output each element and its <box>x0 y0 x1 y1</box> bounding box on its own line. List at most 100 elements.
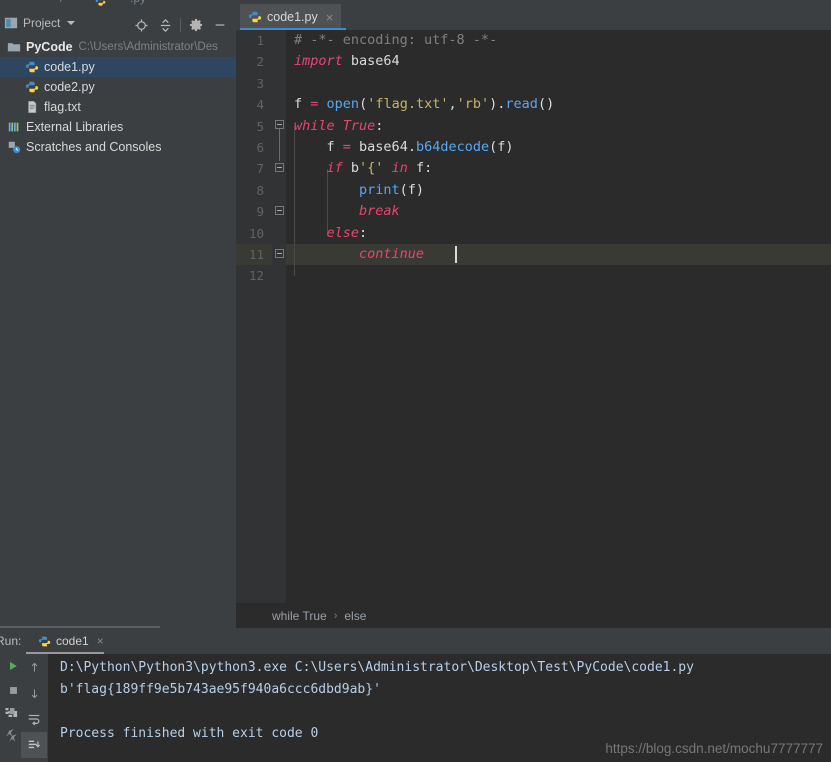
fold-region-line <box>279 129 280 161</box>
project-title-group[interactable]: Project <box>4 16 76 30</box>
tab-code1-py[interactable]: code1.py × <box>240 4 342 30</box>
code-line-10[interactable]: else: <box>286 223 831 244</box>
tree-item-label: PyCode <box>26 40 73 54</box>
code-token: f: <box>407 160 433 177</box>
chevron-down-icon[interactable] <box>67 21 76 25</box>
scroll-to-end-icon[interactable] <box>21 732 47 758</box>
line-number: 9 <box>256 204 264 220</box>
code-token: : <box>359 224 368 241</box>
tree-item-label: External Libraries <box>26 120 124 134</box>
tree-item-code1-py[interactable]: code1.py <box>0 57 236 77</box>
tree-item-label: flag.txt <box>44 100 81 114</box>
library-icon <box>6 119 22 135</box>
code-token: () <box>537 96 555 113</box>
soft-wrap-icon[interactable] <box>21 706 47 732</box>
favorites-icon[interactable] <box>0 722 20 744</box>
tree-item-external-libraries[interactable]: External Libraries <box>0 117 236 137</box>
ghost-text-left: / <box>60 0 63 5</box>
close-icon[interactable]: × <box>326 11 334 24</box>
breadcrumb[interactable]: while True › else <box>236 603 831 628</box>
tree-item-code2-py[interactable]: code2.py <box>0 77 236 97</box>
line-number: 5 <box>256 118 264 134</box>
console-line: b'flag{189ff9e5b743ae95f940a6ccc6dbd9ab}… <box>60 682 381 697</box>
python-file-icon <box>38 636 51 646</box>
code-token: read <box>505 96 538 113</box>
line-number: 11 <box>248 247 264 262</box>
editor-area: code1.py × 1 2 3 4 5 6 7 8 9 10 11 12 # … <box>236 0 831 628</box>
code-line-11[interactable]: continue <box>286 244 831 265</box>
tree-item-label: Scratches and Consoles <box>26 140 162 154</box>
tree-item-label: code2.py <box>44 80 95 94</box>
collapse-all-icon[interactable] <box>153 16 177 34</box>
code-line-8[interactable]: print(f) <box>286 180 831 201</box>
fold-marker-continue-block[interactable] <box>275 249 284 258</box>
python-file-icon <box>95 0 106 6</box>
toolbar-divider <box>180 18 181 32</box>
breadcrumb-separator: › <box>333 609 338 622</box>
tree-item-pycode[interactable]: PyCode C:\Users\Administrator\Des <box>0 37 236 57</box>
project-window-icon <box>4 17 18 29</box>
code-line-12[interactable] <box>286 265 831 286</box>
line-number: 3 <box>256 75 264 91</box>
breadcrumb-item-while[interactable]: while True <box>272 609 327 623</box>
fold-marker-break-block[interactable] <box>275 206 284 215</box>
code-token: '{' <box>359 160 384 177</box>
hide-panel-icon[interactable] <box>208 16 232 34</box>
code-token: in <box>391 160 408 177</box>
locate-icon[interactable] <box>129 16 153 34</box>
run-panel-label: Run: <box>0 634 22 648</box>
scroll-down-icon[interactable] <box>21 680 47 706</box>
editor-code-folding-strip[interactable] <box>272 30 286 628</box>
scroll-up-icon[interactable] <box>21 654 47 680</box>
code-token: # -*- encoding: utf-8 -*- <box>294 32 498 48</box>
code-token: base64. <box>350 139 416 155</box>
code-token: print <box>359 181 400 198</box>
line-number: 12 <box>248 268 264 284</box>
line-number: 2 <box>256 54 264 70</box>
project-panel-toolbar <box>129 16 232 34</box>
tree-item-scratches-and-consoles[interactable]: Scratches and Consoles <box>0 137 236 157</box>
code-line-5[interactable]: while True: <box>286 116 831 137</box>
code-token: True <box>342 117 376 134</box>
code-token: b64decode <box>415 139 490 155</box>
project-tree[interactable]: PyCode C:\Users\Administrator\Des code1.… <box>0 37 236 620</box>
code-token: open <box>326 96 360 113</box>
python-file-icon <box>24 59 40 75</box>
code-line-6[interactable]: f = base64.b64decode(f) <box>286 137 831 158</box>
code-line-2[interactable]: import base64 <box>286 51 831 72</box>
tree-item-flag-txt[interactable]: flag.txt <box>0 97 236 117</box>
fold-marker-while[interactable] <box>275 120 284 129</box>
run-tool-window: Run: code1 × D:\Python\Python3\python3.e… <box>0 628 831 762</box>
run-console-output[interactable]: D:\Python\Python3\python3.exe C:\Users\A… <box>48 654 831 762</box>
code-line-4[interactable]: f = open('flag.txt','rb').read() <box>286 94 831 115</box>
settings-gear-icon[interactable] <box>184 16 208 34</box>
code-line-9[interactable]: break <box>286 201 831 222</box>
code-token: 'rb' <box>456 96 490 113</box>
code-token: (f) <box>399 181 425 198</box>
line-number: 7 <box>256 161 264 177</box>
code-token: while <box>294 117 335 134</box>
close-icon[interactable]: × <box>97 634 104 648</box>
run-tab-code1[interactable]: code1 × <box>32 630 110 652</box>
code-token: continue <box>359 246 425 262</box>
tool-window-bar-left <box>0 700 20 762</box>
tab-label: code1.py <box>267 10 318 24</box>
code-line-1[interactable]: # -*- encoding: utf-8 -*- <box>286 30 831 51</box>
code-token: import <box>294 53 343 70</box>
code-line-3[interactable] <box>286 73 831 94</box>
structure-icon[interactable] <box>0 700 20 722</box>
tree-item-label: code1.py <box>44 60 95 74</box>
ghost-text-right: .py <box>130 0 146 5</box>
editor-code-surface[interactable]: # -*- encoding: utf-8 -*- import base64 … <box>286 30 831 628</box>
code-line-7[interactable]: if b'{' in f: <box>286 158 831 179</box>
fold-marker-if[interactable] <box>275 163 284 172</box>
breadcrumb-item-else[interactable]: else <box>344 609 366 623</box>
run-console-toolbar <box>21 654 47 762</box>
